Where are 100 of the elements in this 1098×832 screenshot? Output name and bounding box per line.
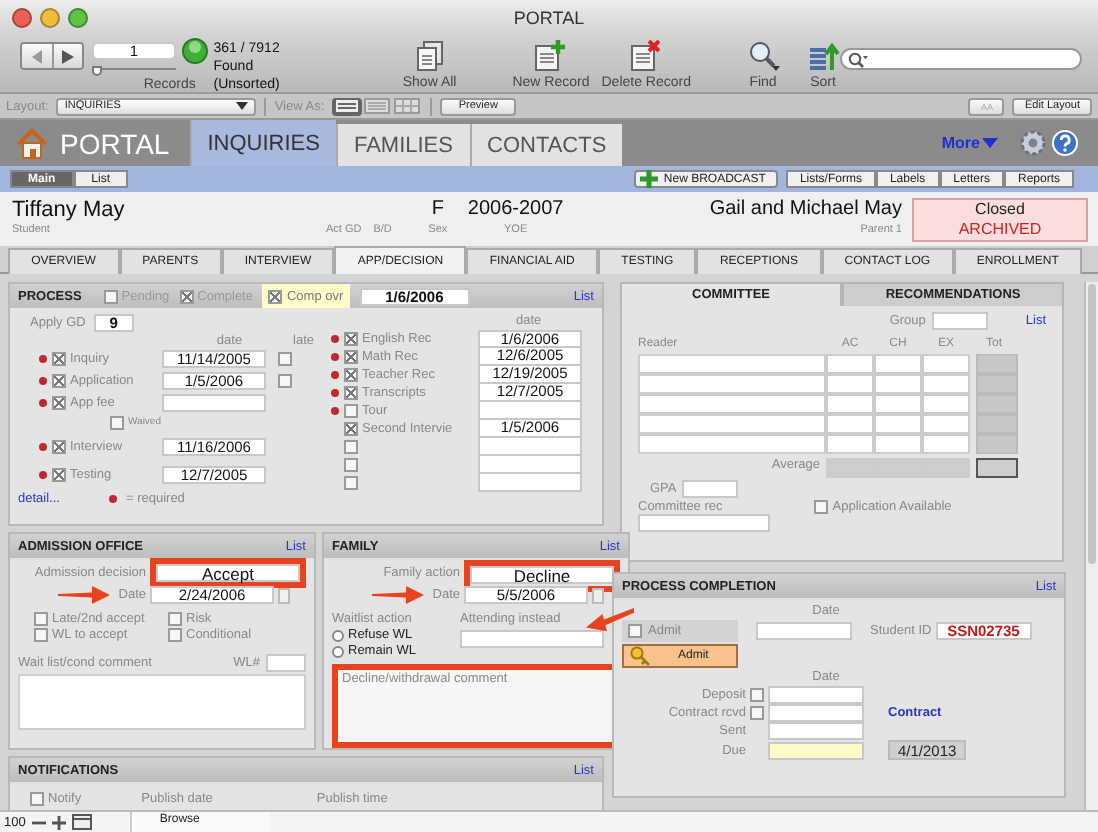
checkbox[interactable] [750,688,764,702]
table-cell[interactable] [922,394,970,414]
table-cell[interactable] [874,414,922,434]
family-action-field[interactable]: Decline [470,566,614,584]
scroll-bar[interactable] [1084,282,1098,810]
checkbox[interactable] [344,332,358,346]
table-cell[interactable] [976,434,1018,454]
comment-field[interactable] [18,674,306,730]
checkbox[interactable] [628,624,642,638]
group-field[interactable] [931,312,988,330]
checkbox[interactable] [344,458,358,472]
table-cell[interactable] [638,374,826,394]
table-cell[interactable] [922,354,970,374]
checkbox[interactable] [103,289,118,303]
checkbox[interactable] [344,422,358,436]
slider-thumb[interactable] [92,66,102,76]
table-cell[interactable] [922,374,970,394]
key-icon [630,646,650,666]
table-cell[interactable] [826,394,874,414]
table-cell[interactable] [826,354,874,374]
checkbox[interactable] [750,706,764,720]
record-slider[interactable] [92,68,176,76]
table-cell[interactable] [638,414,826,434]
close-button[interactable] [12,7,32,27]
date-field[interactable] [756,622,852,640]
table-cell[interactable] [976,374,1018,394]
view-mode-button[interactable] [332,97,363,115]
module-tab[interactable]: INQUIRIES [189,120,336,166]
table-cell[interactable] [922,414,970,434]
checkbox[interactable] [30,792,44,806]
checkbox[interactable] [179,289,194,303]
table-cell[interactable] [638,354,826,374]
module-tab[interactable]: CONTACTS [469,124,623,166]
checkbox[interactable] [344,386,358,400]
date-field[interactable] [478,456,582,474]
radio-button[interactable] [332,629,344,641]
checkbox[interactable] [278,352,292,366]
help-icon[interactable] [1052,130,1078,156]
date-field[interactable] [768,722,864,740]
checkbox[interactable] [344,368,358,382]
table-cell[interactable] [826,414,874,434]
date-field[interactable] [478,474,582,492]
table-cell[interactable] [874,394,922,414]
table-cell[interactable] [874,354,922,374]
checkbox[interactable] [34,612,48,626]
checkbox[interactable] [344,350,358,364]
checkbox[interactable] [34,628,48,642]
table-cell[interactable] [976,414,1018,434]
radio-button[interactable] [332,645,344,657]
table-cell[interactable] [638,434,826,454]
table-cell[interactable] [874,434,922,454]
date-field[interactable] [768,686,864,704]
view-mode-button[interactable] [362,97,393,115]
attending-field[interactable] [460,630,604,648]
checkbox[interactable] [344,476,358,490]
zoom-button[interactable] [68,7,88,27]
committee-rec-field[interactable] [638,514,770,532]
checkbox[interactable] [344,404,358,418]
date-field[interactable] [162,394,266,412]
search-icon [747,40,779,72]
checkbox[interactable] [168,628,182,642]
date-field[interactable] [478,402,582,420]
table-cell[interactable] [874,374,922,394]
document-plus-icon [534,40,567,72]
table-cell[interactable] [976,354,1018,374]
table-cell [922,458,970,478]
checkbox[interactable] [110,415,124,429]
checkbox[interactable] [168,612,182,626]
form-view-icon [334,98,361,114]
house-icon [16,127,48,159]
checkbox[interactable] [52,374,66,388]
date-field[interactable] [768,704,864,722]
search-field[interactable] [839,48,1082,70]
checkbox[interactable] [268,289,283,303]
checkbox[interactable] [52,468,66,482]
window-title: PORTAL [511,7,587,27]
table-cell[interactable] [638,394,826,414]
checkbox[interactable] [814,500,829,514]
zoom-in-icon[interactable] [51,815,66,829]
checkbox[interactable] [52,396,66,410]
settings-icon[interactable] [1020,130,1046,156]
table-cell[interactable] [976,394,1018,414]
decision-field[interactable]: Accept [156,564,300,582]
wl-field[interactable] [266,654,306,672]
table-cell[interactable] [922,434,970,454]
checkbox[interactable] [278,374,292,388]
left-triangle-icon [31,49,43,63]
due-date-field[interactable] [768,741,864,759]
view-mode-button[interactable] [392,97,423,115]
checkbox[interactable] [52,440,66,454]
minimize-button[interactable] [40,7,60,27]
module-tab[interactable]: FAMILIES [335,124,469,166]
checkbox[interactable] [52,352,66,366]
gpa-field[interactable] [682,480,739,498]
table-cell[interactable] [826,374,874,394]
yoe-value: 2006-2007 [467,198,564,222]
checkbox[interactable] [344,440,358,454]
date-field[interactable] [478,438,582,456]
window-icon[interactable] [71,814,92,830]
table-cell[interactable] [826,434,874,454]
